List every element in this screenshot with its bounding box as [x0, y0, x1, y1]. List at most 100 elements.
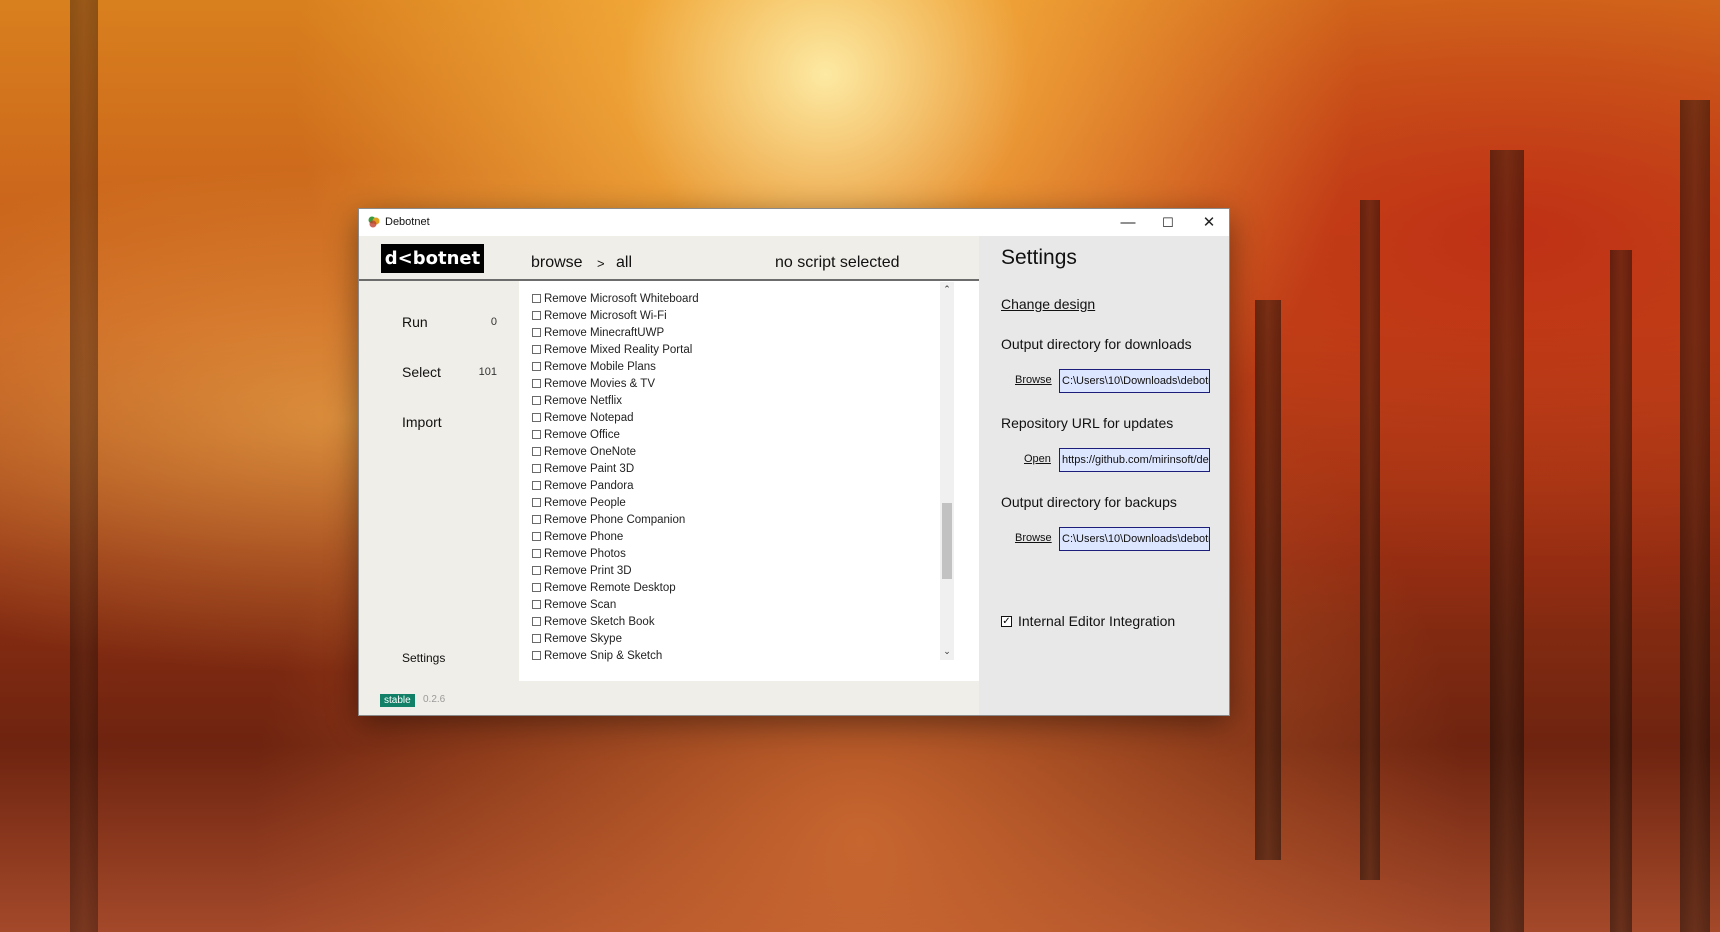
downloads-label: Output directory for downloads	[1001, 336, 1192, 352]
script-label: Remove Photos	[544, 547, 626, 560]
repo-url-input[interactable]: https://github.com/mirinsoft/debotnet	[1059, 448, 1210, 472]
script-label: Remove Notepad	[544, 411, 634, 424]
backups-browse-button[interactable]: Browse	[1015, 532, 1052, 544]
breadcrumb-browse[interactable]: browse	[531, 254, 583, 272]
script-label: Remove Microsoft Whiteboard	[544, 292, 699, 305]
close-button[interactable]: ✕	[1189, 209, 1229, 236]
script-checkbox[interactable]	[532, 481, 541, 490]
downloads-path-input[interactable]: C:\Users\10\Downloads\debotnet	[1059, 369, 1210, 393]
script-list-item[interactable]: Remove Phone Companion	[532, 511, 732, 528]
script-checkbox[interactable]	[532, 311, 541, 320]
script-label: Remove Print 3D	[544, 564, 632, 577]
maximize-button[interactable]: ☐	[1148, 209, 1188, 236]
settings-title: Settings	[1001, 246, 1077, 269]
background-tree	[1680, 100, 1710, 932]
script-list-item[interactable]: Remove Scan	[532, 596, 732, 613]
scroll-thumb[interactable]	[942, 503, 952, 579]
script-label: Remove Phone Companion	[544, 513, 686, 526]
script-list-item[interactable]: Remove Snip & Sketch	[532, 647, 732, 664]
script-checkbox[interactable]	[532, 549, 541, 558]
script-list-item[interactable]: Remove Mobile Plans	[532, 358, 732, 375]
repo-open-button[interactable]: Open	[1024, 453, 1051, 465]
script-label: Remove Sketch Book	[544, 615, 655, 628]
version-label: 0.2.6	[423, 694, 446, 705]
script-list-item[interactable]: Remove Movies & TV	[532, 375, 732, 392]
script-list-item[interactable]: Remove OneNote	[532, 443, 732, 460]
app-logo: d<botnet	[381, 244, 484, 273]
script-label: Remove Mobile Plans	[544, 360, 656, 373]
backups-label: Output directory for backups	[1001, 494, 1177, 510]
repo-label: Repository URL for updates	[1001, 415, 1174, 431]
script-list-item[interactable]: Remove People	[532, 494, 732, 511]
run-button[interactable]: Run	[402, 314, 428, 330]
scroll-down-arrow-icon[interactable]: ⌄	[940, 646, 954, 658]
scroll-up-arrow-icon[interactable]: ⌃	[940, 284, 954, 296]
script-list: Remove Microsoft Whiteboard Remove Micros…	[532, 290, 732, 664]
script-label: Remove Snip & Sketch	[544, 649, 663, 662]
script-list-item[interactable]: Remove Mixed Reality Portal	[532, 341, 732, 358]
script-list-item[interactable]: Remove Photos	[532, 545, 732, 562]
list-scrollbar[interactable]: ⌃ ⌄	[940, 282, 954, 660]
breadcrumb-all[interactable]: all	[616, 254, 632, 272]
script-checkbox[interactable]	[532, 447, 541, 456]
channel-badge: stable	[380, 694, 415, 707]
downloads-browse-button[interactable]: Browse	[1015, 374, 1052, 386]
script-list-item[interactable]: Remove Netflix	[532, 392, 732, 409]
import-button[interactable]: Import	[402, 414, 442, 430]
minimize-button[interactable]: —	[1108, 209, 1148, 236]
script-list-item[interactable]: Remove MinecraftUWP	[532, 324, 732, 341]
script-checkbox[interactable]	[532, 600, 541, 609]
script-label: Remove Microsoft Wi-Fi	[544, 309, 667, 322]
script-list-item[interactable]: Remove Paint 3D	[532, 460, 732, 477]
script-checkbox[interactable]	[532, 498, 541, 507]
script-list-item[interactable]: Remove Phone	[532, 528, 732, 545]
title-bar[interactable]: Debotnet — ☐ ✕	[359, 209, 1229, 236]
script-label: Remove Pandora	[544, 479, 634, 492]
script-checkbox[interactable]	[532, 532, 541, 541]
script-label: Remove Paint 3D	[544, 462, 635, 475]
script-list-panel: Remove Microsoft Whiteboard Remove Micros…	[519, 281, 979, 681]
script-label: Remove Movies & TV	[544, 377, 655, 390]
background-tree	[1360, 200, 1380, 880]
backups-path-input[interactable]: C:\Users\10\Downloads\debotnet	[1059, 527, 1210, 551]
sidebar: Run 0 Select 101 Import Settings	[359, 281, 519, 681]
script-checkbox[interactable]	[532, 379, 541, 388]
script-label: Remove Mixed Reality Portal	[544, 343, 693, 356]
script-checkbox[interactable]	[532, 634, 541, 643]
script-checkbox[interactable]	[532, 413, 541, 422]
script-checkbox[interactable]	[532, 617, 541, 626]
script-checkbox[interactable]	[532, 515, 541, 524]
script-list-item[interactable]: Remove Print 3D	[532, 562, 732, 579]
script-label: Remove People	[544, 496, 626, 509]
script-list-item[interactable]: Remove Office	[532, 426, 732, 443]
change-design-link[interactable]: Change design	[1001, 296, 1095, 312]
script-checkbox[interactable]	[532, 362, 541, 371]
script-list-item[interactable]: Remove Pandora	[532, 477, 732, 494]
script-list-item[interactable]: Remove Microsoft Whiteboard	[532, 290, 732, 307]
script-checkbox[interactable]	[532, 464, 541, 473]
background-tree	[1610, 250, 1632, 932]
script-list-item[interactable]: Remove Notepad	[532, 409, 732, 426]
script-list-item[interactable]: Remove Skype	[532, 630, 732, 647]
script-label: Remove Office	[544, 428, 620, 441]
background-tree	[70, 0, 98, 932]
settings-button[interactable]: Settings	[402, 651, 445, 665]
script-label: Remove MinecraftUWP	[544, 326, 665, 339]
script-checkbox[interactable]	[532, 345, 541, 354]
background-tree	[1490, 150, 1524, 932]
script-list-item[interactable]: Remove Sketch Book	[532, 613, 732, 630]
script-checkbox[interactable]	[532, 566, 541, 575]
script-checkbox[interactable]	[532, 294, 541, 303]
script-checkbox[interactable]	[532, 396, 541, 405]
script-list-item[interactable]: Remove Remote Desktop	[532, 579, 732, 596]
breadcrumb-separator: >	[597, 256, 605, 271]
editor-integration-checkbox[interactable]: ✓	[1001, 616, 1012, 627]
app-window: Debotnet — ☐ ✕ d<botnet browse > all no …	[359, 209, 1229, 715]
script-label: Remove Netflix	[544, 394, 622, 407]
script-checkbox[interactable]	[532, 430, 541, 439]
script-checkbox[interactable]	[532, 583, 541, 592]
script-checkbox[interactable]	[532, 328, 541, 337]
select-button[interactable]: Select	[402, 364, 441, 380]
script-checkbox[interactable]	[532, 651, 541, 660]
script-list-item[interactable]: Remove Microsoft Wi-Fi	[532, 307, 732, 324]
